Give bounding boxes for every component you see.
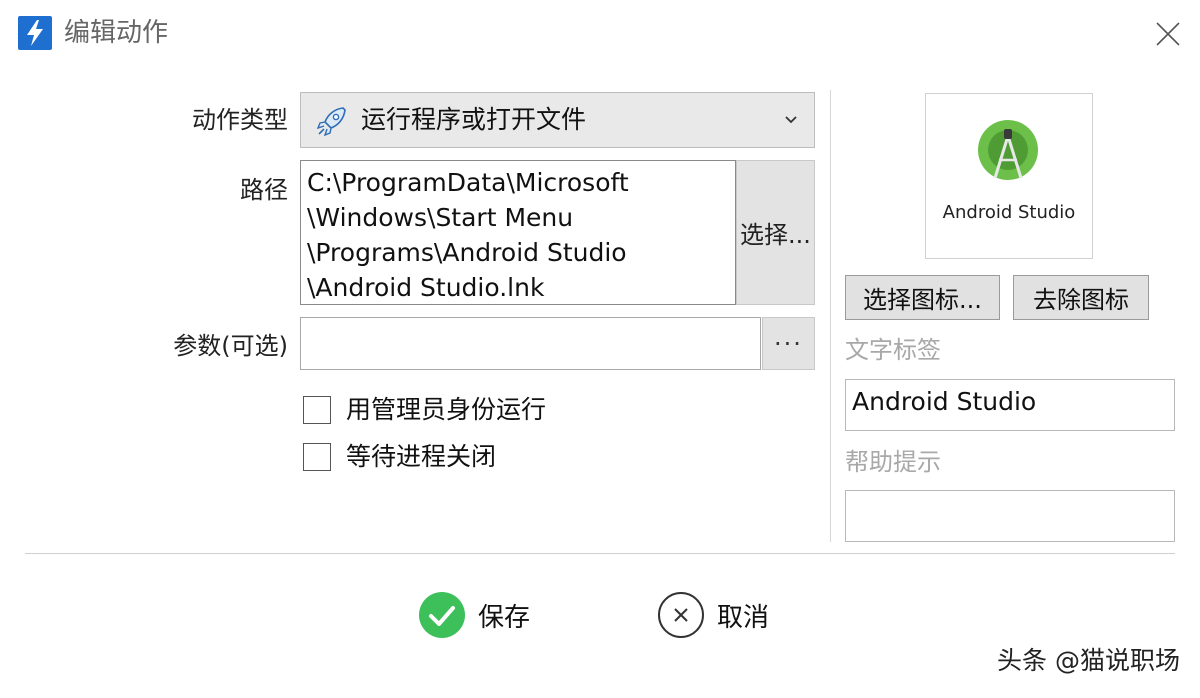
check-circle-icon [419,592,465,638]
footer-divider [25,553,1175,554]
path-line: \Programs\Android Studio [307,238,627,267]
lightning-icon [18,16,52,50]
args-label: 参数(可选) [173,332,288,360]
cancel-circle-icon [658,592,704,638]
path-line: \Windows\Start Menu [307,203,574,232]
cancel-button[interactable]: 取消 [657,590,769,640]
wait-close-option[interactable]: 等待进程关闭 [303,441,496,473]
remove-icon-button[interactable]: 去除图标 [1013,275,1149,320]
run-as-admin-label: 用管理员身份运行 [346,395,547,424]
choose-path-button[interactable]: 选择... [736,160,815,305]
close-icon [1156,22,1180,46]
path-label: 路径 [240,176,288,204]
title-bar: 编辑动作 [0,0,1200,70]
save-button[interactable]: 保存 [418,590,530,640]
save-label: 保存 [478,602,531,633]
path-line: \Android Studio.lnk [307,273,545,302]
wait-close-checkbox[interactable] [303,443,331,471]
edit-action-dialog: 编辑动作 动作类型 运行程序或打开文件 路径 C:\ProgramData\Mi… [0,0,1200,698]
close-button[interactable] [1150,16,1186,52]
watermark: 头条 @猫说职场 [997,646,1180,675]
run-as-admin-option[interactable]: 用管理员身份运行 [303,394,546,426]
text-label-input[interactable]: Android Studio [845,379,1175,431]
wait-close-label: 等待进程关闭 [346,442,497,471]
window-title: 编辑动作 [64,18,169,48]
path-textarea[interactable]: C:\ProgramData\Microsoft \Windows\Start … [300,160,736,305]
rocket-icon [316,107,346,137]
args-input[interactable] [300,317,761,370]
text-label-title: 文字标签 [845,336,941,364]
path-line: C:\ProgramData\Microsoft [307,168,629,197]
cancel-label: 取消 [717,602,770,633]
help-tip-input[interactable] [845,490,1175,542]
action-type-dropdown[interactable]: 运行程序或打开文件 [300,92,815,148]
action-type-value: 运行程序或打开文件 [361,105,587,134]
choose-icon-button[interactable]: 选择图标... [845,275,1000,320]
icon-preview: Android Studio [925,93,1093,259]
icon-caption: Android Studio [942,202,1076,223]
help-tip-title: 帮助提示 [845,448,941,476]
run-as-admin-checkbox[interactable] [303,396,331,424]
vertical-divider [830,90,831,542]
chevron-down-icon [785,116,797,124]
android-studio-icon [978,120,1038,180]
action-type-label: 动作类型 [192,106,288,134]
args-more-button[interactable]: ··· [762,317,815,370]
